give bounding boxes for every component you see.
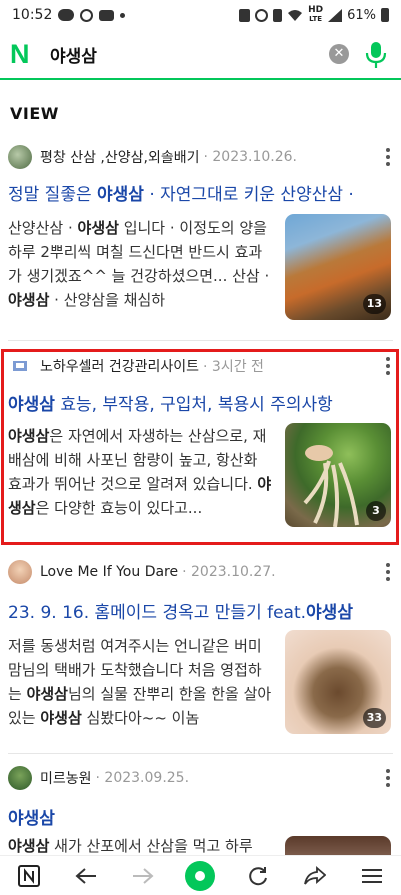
post-snippet[interactable]: 저를 동생처럼 여겨주시는 언니같은 버미맘님의 택배가 도착했습니다 처음 영…: [8, 634, 273, 730]
youtube-icon: [99, 9, 115, 21]
post-date: · 2023.10.26.: [203, 149, 297, 165]
avatar[interactable]: [8, 560, 32, 584]
vibrate-icon: [273, 8, 283, 22]
forward-icon[interactable]: [125, 858, 161, 894]
section-title: VIEW: [10, 104, 59, 123]
post-title[interactable]: 야생삼: [8, 804, 393, 829]
post-author-row[interactable]: 미르농원 · 2023.09.25.: [8, 765, 393, 791]
post-snippet[interactable]: 야생삼 새가 산포에서 산삼을 먹고 하루: [8, 834, 273, 855]
signal-icon: [328, 8, 343, 22]
network-type: HD LTE: [308, 5, 324, 24]
avatar[interactable]: [8, 354, 32, 378]
menu-icon[interactable]: [354, 858, 390, 894]
post-snippet[interactable]: 야생삼은 자연에서 자생하는 산삼으로, 재배삼에 비해 사포닌 함량이 높고,…: [8, 424, 273, 520]
dot-icon: [120, 12, 126, 18]
talk-icon: [58, 9, 75, 21]
bottom-navigation: [0, 855, 401, 895]
search-input[interactable]: 야생삼: [50, 42, 97, 67]
post-thumbnail[interactable]: 13: [285, 214, 391, 320]
tiktok-icon: [80, 8, 94, 22]
avatar[interactable]: [8, 145, 32, 169]
more-options-icon[interactable]: [385, 769, 391, 787]
post-snippet[interactable]: 산양산삼 · 야생삼 입니다 · 이정도의 양을 하루 2뿌리씩 며칠 드신다면…: [8, 216, 273, 312]
naver-home-icon[interactable]: [11, 858, 47, 894]
battery-icon: [381, 8, 389, 22]
post-title[interactable]: 정말 질좋은 야생삼 · 자연그대로 키운 산양산삼 ·: [8, 180, 393, 205]
clear-icon[interactable]: ✕: [329, 44, 349, 64]
status-bar: 10:52 HD LTE 61%: [0, 0, 401, 30]
author-name[interactable]: 평창 산삼 ,산양삼,외솔배기: [40, 147, 199, 167]
post-author-row[interactable]: Love Me If You Dare · 2023.10.27.: [8, 559, 393, 585]
post-title[interactable]: 23. 9. 16. 홈메이드 경옥고 만들기 feat.야생삼: [8, 598, 393, 623]
divider: [8, 340, 393, 341]
share-icon[interactable]: [297, 858, 333, 894]
more-options-icon[interactable]: [385, 148, 391, 166]
back-icon[interactable]: [68, 858, 104, 894]
more-options-icon[interactable]: [385, 563, 391, 581]
post-title[interactable]: 야생삼 효능, 부작용, 구입처, 복용시 주의사항: [8, 390, 393, 415]
post-date: · 2023.10.27.: [182, 564, 276, 580]
post-author-row[interactable]: 평창 산삼 ,산양삼,외솔배기 · 2023.10.26.: [8, 144, 393, 170]
status-time: 10:52: [12, 7, 53, 23]
search-bar: N 야생삼 ✕: [0, 30, 401, 80]
more-options-icon[interactable]: [385, 357, 391, 375]
naver-logo[interactable]: N: [10, 41, 36, 68]
author-name[interactable]: 노하우셀러 건강관리사이트: [40, 356, 199, 376]
avatar[interactable]: [8, 766, 32, 790]
green-dot-icon[interactable]: [182, 858, 218, 894]
refresh-icon[interactable]: [240, 858, 276, 894]
microphone-icon[interactable]: [363, 40, 389, 70]
post-thumbnail[interactable]: [285, 836, 391, 855]
author-name[interactable]: 미르농원: [40, 768, 92, 788]
alarm-icon: [255, 8, 269, 22]
author-name[interactable]: Love Me If You Dare: [40, 564, 178, 580]
image-count-badge: 33: [362, 708, 386, 728]
divider: [8, 753, 393, 754]
post-thumbnail[interactable]: 3: [285, 423, 391, 527]
wifi-icon: [288, 9, 303, 21]
image-count-badge: 3: [366, 501, 386, 521]
post-author-row[interactable]: 노하우셀러 건강관리사이트 · 3시간 전: [8, 353, 393, 379]
image-count-badge: 13: [362, 294, 386, 314]
lock-icon: [239, 8, 251, 22]
post-thumbnail[interactable]: 33: [285, 630, 391, 734]
post-date: · 3시간 전: [203, 359, 264, 375]
post-date: · 2023.09.25.: [95, 770, 190, 786]
battery-percent: 61%: [347, 7, 376, 23]
